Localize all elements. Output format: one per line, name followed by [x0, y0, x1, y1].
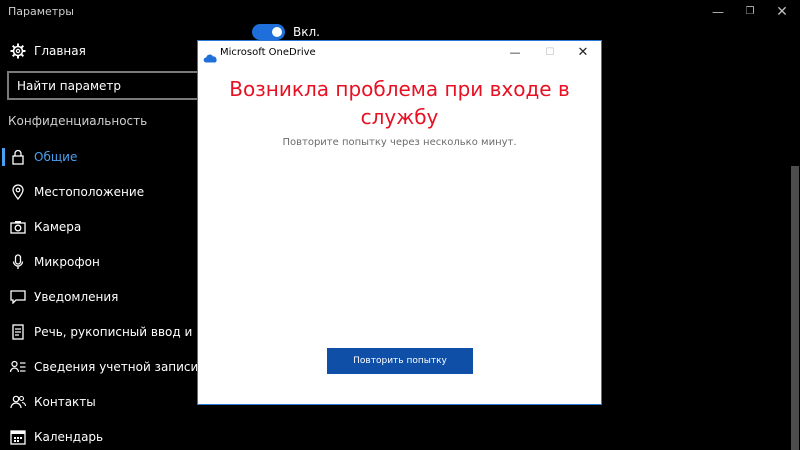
location-icon — [10, 184, 26, 200]
sidebar-item-calendar[interactable]: Календарь — [0, 420, 200, 450]
minimize-icon[interactable]: — — [708, 2, 728, 22]
sidebar-item-general[interactable]: Общие — [0, 140, 200, 175]
notification-icon — [10, 289, 26, 305]
onedrive-dialog: Microsoft OneDrive — ☐ ✕ Возникла пробле… — [197, 40, 602, 405]
toggle-switch[interactable] — [252, 24, 285, 40]
calendar-icon — [10, 429, 26, 445]
sidebar-nav: Общие Местоположение Камера Микрофон Уве… — [0, 140, 237, 450]
sidebar-item-speech[interactable]: Речь, рукописный ввод и ввод т — [0, 315, 237, 350]
sidebar-item-contacts[interactable]: Контакты — [0, 385, 200, 420]
sidebar-item-microphone[interactable]: Микрофон — [0, 245, 200, 280]
error-title: Возникла проблема при входе в службу — [229, 77, 570, 129]
sidebar-item-camera[interactable]: Камера — [0, 210, 200, 245]
retry-button[interactable]: Повторить попытку — [327, 348, 473, 374]
section-title: Конфиденциальность — [8, 114, 148, 128]
dialog-title: Microsoft OneDrive — [220, 47, 316, 58]
sidebar-item-notifications[interactable]: Уведомления — [0, 280, 200, 315]
sidebar-item-label: Контакты — [34, 395, 96, 409]
microphone-icon — [10, 254, 26, 270]
speech-icon — [10, 324, 26, 340]
search-input[interactable] — [9, 73, 215, 98]
active-indicator — [2, 148, 5, 166]
sidebar-item-home[interactable]: Главная — [0, 36, 200, 66]
close-icon[interactable]: ✕ — [772, 2, 792, 22]
error-subtitle: Повторите попытку через несколько минут. — [282, 137, 517, 148]
sidebar-item-account-info[interactable]: Сведения учетной записи — [0, 350, 200, 385]
onedrive-cloud-icon — [203, 48, 217, 63]
gear-icon — [10, 43, 26, 59]
settings-titlebar: Параметры — ❐ ✕ — [0, 0, 800, 24]
window-title: Параметры — [8, 5, 74, 18]
account-info-icon — [10, 359, 26, 375]
sidebar-item-label: Камера — [34, 220, 82, 234]
sidebar-item-label: Главная — [34, 44, 86, 58]
sidebar-item-label: Микрофон — [34, 255, 100, 269]
close-icon[interactable]: ✕ — [574, 44, 592, 62]
sidebar-item-label: Общие — [34, 150, 78, 164]
sidebar-item-label: Сведения учетной записи — [34, 360, 199, 374]
scrollbar[interactable] — [790, 26, 800, 450]
sidebar-item-location[interactable]: Местоположение — [0, 175, 200, 210]
sidebar-item-label: Местоположение — [34, 185, 145, 199]
maximize-icon[interactable]: ❐ — [740, 2, 760, 22]
camera-icon — [10, 219, 26, 235]
toggle-label: Вкл. — [293, 25, 320, 39]
lock-icon — [10, 149, 26, 165]
search-box[interactable] — [7, 71, 217, 100]
minimize-icon[interactable]: — — [506, 44, 524, 62]
toggle-knob — [272, 27, 282, 37]
sidebar-item-label: Уведомления — [34, 290, 119, 304]
maximize-icon: ☐ — [545, 47, 555, 58]
dialog-titlebar: Microsoft OneDrive — ☐ ✕ — [198, 41, 601, 67]
scrollbar-thumb[interactable] — [791, 166, 799, 450]
sidebar-item-label: Календарь — [34, 430, 104, 444]
contacts-icon — [10, 394, 26, 410]
